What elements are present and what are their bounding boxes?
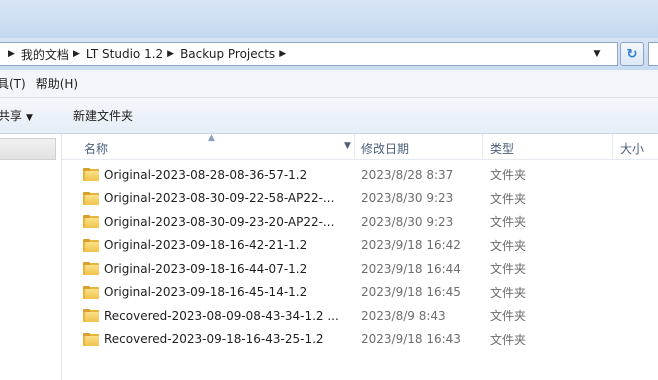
file-name: Original-2023-08-30-09-22-58-AP22-... — [104, 191, 335, 206]
navigation-pane — [0, 134, 62, 380]
breadcrumb-item[interactable]: Backup Projects ▶ — [180, 47, 292, 61]
file-type: 文件夹 — [490, 168, 527, 183]
file-row[interactable]: Original-2023-09-18-16-42-21-1.2 2023/9/… — [62, 234, 658, 258]
address-bar[interactable]: ▶ 我的文档 ▶ LT Studio 1.2 ▶ Backup Projects ▶ … — [0, 42, 618, 66]
file-row[interactable]: Original-2023-08-30-09-23-20-AP22-... 20… — [62, 210, 658, 234]
menu-help[interactable]: 帮助(H) — [36, 75, 78, 92]
chevron-right-icon: ▶ — [8, 49, 15, 59]
file-row[interactable]: Original-2023-08-28-08-36-57-1.2 2023/8/… — [62, 163, 658, 187]
chevron-right-icon: ▶ — [279, 49, 287, 59]
file-type: 文件夹 — [490, 285, 527, 300]
folder-icon — [83, 215, 99, 228]
file-date: 2023/8/9 8:43 — [361, 308, 446, 323]
file-date: 2023/9/18 16:42 — [361, 238, 461, 253]
address-row: ▶ 我的文档 ▶ LT Studio 1.2 ▶ Backup Projects ▶ … — [0, 38, 658, 70]
file-date: 2023/8/28 8:37 — [361, 167, 454, 182]
breadcrumb-label: LT Studio 1.2 — [85, 47, 164, 61]
file-date: 2023/8/30 9:23 — [361, 214, 454, 229]
refresh-icon: ↻ — [626, 46, 638, 62]
column-divider[interactable] — [482, 134, 483, 160]
window-title-bar — [0, 0, 658, 38]
command-toolbar: 共享 ▼ 新建文件夹 — [0, 98, 658, 134]
column-header-type[interactable]: 类型 — [490, 140, 514, 157]
folder-icon — [83, 309, 99, 322]
file-row[interactable]: Original-2023-08-30-09-22-58-AP22-... 20… — [62, 187, 658, 211]
file-type: 文件夹 — [490, 332, 527, 347]
new-folder-button[interactable]: 新建文件夹 — [73, 107, 133, 124]
file-type: 文件夹 — [490, 191, 527, 206]
file-date: 2023/8/30 9:23 — [361, 191, 454, 206]
file-name: Recovered-2023-08-09-08-43-34-1.2 ... — [104, 308, 339, 323]
sort-ascending-icon: ▲ — [208, 133, 215, 143]
file-type: 文件夹 — [490, 262, 527, 277]
address-history-dropdown-icon[interactable]: ▼ — [591, 48, 603, 60]
file-name: Original-2023-09-18-16-45-14-1.2 — [104, 285, 308, 300]
search-input[interactable] — [648, 42, 658, 66]
share-label: 共享 — [0, 109, 23, 123]
file-date: 2023/9/18 16:43 — [361, 332, 461, 347]
menu-tools[interactable]: 具(T) — [0, 75, 26, 92]
folder-icon — [83, 262, 99, 275]
file-row[interactable]: Recovered-2023-08-09-08-43-34-1.2 ... 20… — [62, 304, 658, 328]
column-filter-dropdown-icon[interactable]: ▼ — [344, 141, 351, 151]
file-name: Original-2023-08-30-09-23-20-AP22-... — [104, 214, 335, 229]
folder-icon — [83, 191, 99, 205]
share-button[interactable]: 共享 ▼ — [0, 107, 33, 124]
breadcrumb-label: Backup Projects — [180, 47, 276, 61]
column-header-row: ▲ 名称 ▼ 修改日期 类型 大小 — [62, 133, 658, 160]
breadcrumb-root-arrow[interactable]: ▶ — [4, 49, 21, 59]
file-type: 文件夹 — [490, 215, 527, 230]
breadcrumb-item[interactable]: 我的文档 ▶ — [21, 46, 86, 63]
chevron-down-icon: ▼ — [26, 113, 33, 123]
file-name: Recovered-2023-09-18-16-43-25-1.2 — [104, 332, 324, 347]
file-name: Original-2023-09-18-16-42-21-1.2 — [104, 238, 308, 253]
column-header-date[interactable]: 修改日期 — [361, 140, 409, 157]
breadcrumb-item[interactable]: LT Studio 1.2 ▶ — [86, 47, 180, 61]
file-date: 2023/9/18 16:44 — [361, 261, 461, 276]
file-name: Original-2023-09-18-16-44-07-1.2 — [104, 261, 308, 276]
menu-bar: 具(T) 帮助(H) — [0, 70, 658, 98]
file-list: Original-2023-08-28-08-36-57-1.2 2023/8/… — [62, 163, 658, 351]
file-row[interactable]: Recovered-2023-09-18-16-43-25-1.2 2023/9… — [62, 328, 658, 352]
nav-selected-item[interactable] — [0, 138, 56, 160]
folder-icon — [83, 238, 99, 252]
file-type: 文件夹 — [490, 309, 527, 324]
file-type: 文件夹 — [490, 238, 527, 253]
folder-icon — [83, 168, 99, 181]
chevron-right-icon: ▶ — [72, 49, 80, 59]
column-header-name[interactable]: 名称 — [84, 140, 108, 157]
column-divider[interactable] — [612, 134, 613, 160]
folder-icon — [83, 285, 99, 299]
column-divider[interactable] — [354, 134, 355, 160]
breadcrumb-label: 我的文档 — [20, 47, 69, 62]
column-header-size[interactable]: 大小 — [620, 140, 644, 157]
file-name: Original-2023-08-28-08-36-57-1.2 — [104, 167, 308, 182]
chevron-right-icon: ▶ — [167, 49, 175, 59]
file-row[interactable]: Original-2023-09-18-16-44-07-1.2 2023/9/… — [62, 257, 658, 281]
refresh-button[interactable]: ↻ — [620, 42, 644, 66]
folder-icon — [83, 332, 99, 346]
file-date: 2023/9/18 16:45 — [361, 285, 461, 300]
file-row[interactable]: Original-2023-09-18-16-45-14-1.2 2023/9/… — [62, 281, 658, 305]
